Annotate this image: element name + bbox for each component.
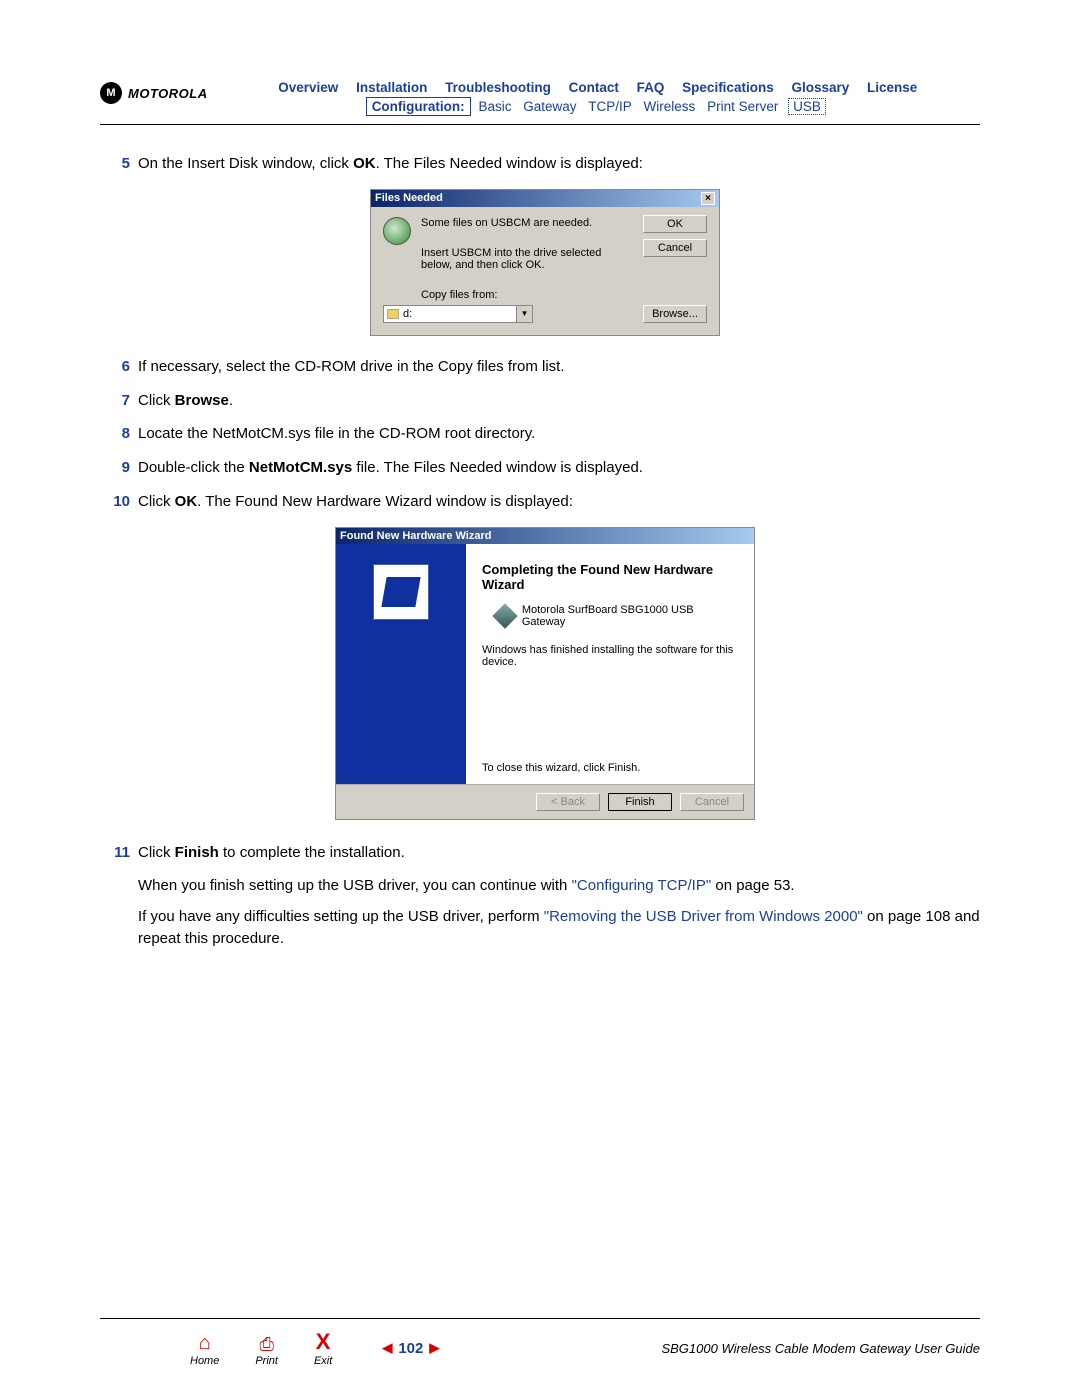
step-5-number: 5 xyxy=(110,153,138,175)
nav-configuration-label: Configuration: xyxy=(366,97,471,116)
wizard-hardware-icon xyxy=(373,564,429,620)
nav-glossary[interactable]: Glossary xyxy=(791,80,849,95)
chevron-down-icon[interactable]: ▼ xyxy=(516,306,532,322)
drive-dropdown[interactable]: d: ▼ xyxy=(383,305,533,323)
wizard-heading: Completing the Found New Hardware Wizard xyxy=(482,562,738,592)
header-divider xyxy=(100,124,980,125)
guide-title: SBG1000 Wireless Cable Modem Gateway Use… xyxy=(661,1341,980,1356)
exit-icon: X xyxy=(314,1329,332,1355)
subnav-wireless[interactable]: Wireless xyxy=(644,99,696,114)
device-name: Motorola SurfBoard SBG1000 USB Gateway xyxy=(522,604,738,628)
nav-overview[interactable]: Overview xyxy=(278,80,338,95)
nav-specifications[interactable]: Specifications xyxy=(682,80,774,95)
step-7-number: 7 xyxy=(110,390,138,412)
dialog2-title: Found New Hardware Wizard xyxy=(340,530,491,542)
top-nav: Overview Installation Troubleshooting Co… xyxy=(216,80,980,95)
paragraph-configure-tcpip: When you finish setting up the USB drive… xyxy=(138,875,980,898)
subnav-basic[interactable]: Basic xyxy=(478,99,511,114)
step-6-text: If necessary, select the CD-ROM drive in… xyxy=(138,356,980,378)
subnav-printserver[interactable]: Print Server xyxy=(707,99,778,114)
home-icon: ⌂ xyxy=(190,1332,219,1355)
step-10-text: Click OK. The Found New Hardware Wizard … xyxy=(138,491,980,513)
nav-troubleshooting[interactable]: Troubleshooting xyxy=(445,80,551,95)
drive-icon xyxy=(387,309,399,319)
files-needed-dialog: Files Needed × OK Cancel Some files on U… xyxy=(370,189,720,336)
home-button[interactable]: ⌂Home xyxy=(190,1332,219,1367)
next-page-icon[interactable]: ▶ xyxy=(429,1340,439,1356)
brand-text: MOTOROLA xyxy=(128,86,208,101)
nav-license[interactable]: License xyxy=(867,80,917,95)
nav-faq[interactable]: FAQ xyxy=(637,80,665,95)
page-navigator: ◀ 102 ▶ xyxy=(382,1340,439,1357)
step-6-number: 6 xyxy=(110,356,138,378)
nav-installation[interactable]: Installation xyxy=(356,80,427,95)
cd-icon xyxy=(383,217,411,245)
sub-nav: Configuration: Basic Gateway TCP/IP Wire… xyxy=(216,99,980,114)
wizard-sidebar xyxy=(336,544,466,784)
subnav-tcpip[interactable]: TCP/IP xyxy=(588,99,632,114)
step-5-text: On the Insert Disk window, click OK. The… xyxy=(138,153,980,175)
link-removing-usb-driver[interactable]: "Removing the USB Driver from Windows 20… xyxy=(544,908,863,925)
step-9-number: 9 xyxy=(110,457,138,479)
dialog2-titlebar: Found New Hardware Wizard xyxy=(336,528,754,544)
browse-button[interactable]: Browse... xyxy=(643,305,707,323)
page-footer: ⌂Home ⎙Print XExit ◀ 102 ▶ SBG1000 Wirel… xyxy=(100,1318,980,1367)
print-icon: ⎙ xyxy=(255,1334,278,1355)
back-button: < Back xyxy=(536,793,600,811)
close-icon[interactable]: × xyxy=(701,192,715,205)
brand-logo: M MOTOROLA xyxy=(100,82,208,104)
device-icon xyxy=(492,603,517,628)
step-10-number: 10 xyxy=(110,491,138,513)
subnav-usb-active[interactable]: USB xyxy=(788,98,826,115)
dialog1-msg2: Insert USBCM into the drive selected bel… xyxy=(421,247,627,271)
hardware-wizard-dialog: Found New Hardware Wizard Completing the… xyxy=(335,527,755,820)
motorola-batwing-icon: M xyxy=(100,82,122,104)
paragraph-remove-driver: If you have any difficulties setting up … xyxy=(138,906,980,951)
print-button[interactable]: ⎙Print xyxy=(255,1334,278,1367)
step-8-text: Locate the NetMotCM.sys file in the CD-R… xyxy=(138,423,980,445)
step-7-text: Click Browse. xyxy=(138,390,980,412)
step-9-text: Double-click the NetMotCM.sys file. The … xyxy=(138,457,980,479)
wizard-cancel-button: Cancel xyxy=(680,793,744,811)
page-number: 102 xyxy=(398,1340,423,1357)
step-11-text: Click Finish to complete the installatio… xyxy=(138,842,980,864)
drive-value: d: xyxy=(403,308,412,320)
step-8-number: 8 xyxy=(110,423,138,445)
cancel-button[interactable]: Cancel xyxy=(643,239,707,257)
nav-contact[interactable]: Contact xyxy=(569,80,619,95)
subnav-gateway[interactable]: Gateway xyxy=(523,99,576,114)
exit-button[interactable]: XExit xyxy=(314,1329,332,1367)
finish-button[interactable]: Finish xyxy=(608,793,672,811)
dialog1-titlebar: Files Needed × xyxy=(371,190,719,207)
copy-files-label: Copy files from: xyxy=(421,289,627,301)
prev-page-icon[interactable]: ◀ xyxy=(382,1340,392,1356)
dialog1-title: Files Needed xyxy=(375,192,443,204)
step-11-number: 11 xyxy=(110,842,138,864)
link-configuring-tcpip[interactable]: "Configuring TCP/IP" xyxy=(572,877,712,894)
dialog1-msg1: Some files on USBCM are needed. xyxy=(421,217,627,229)
ok-button[interactable]: OK xyxy=(643,215,707,233)
wizard-done-text: Windows has finished installing the soft… xyxy=(482,644,738,668)
wizard-close-hint: To close this wizard, click Finish. xyxy=(482,762,640,774)
